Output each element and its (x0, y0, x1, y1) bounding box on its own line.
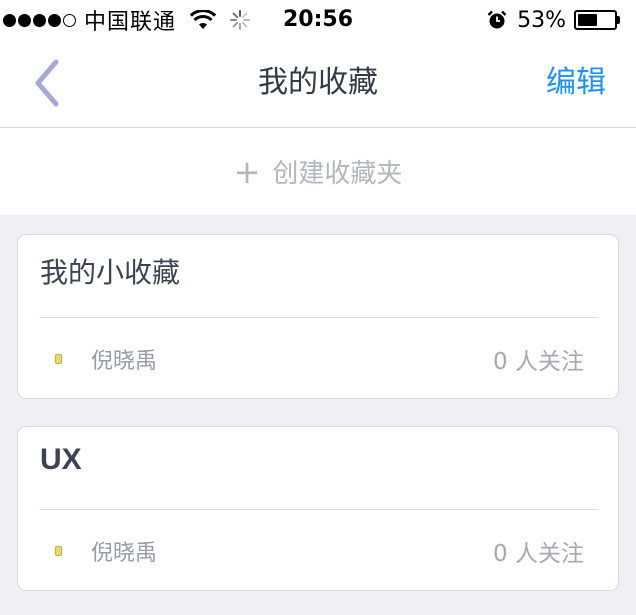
avatar (55, 546, 62, 556)
collection-title: UX (40, 443, 82, 476)
edit-button[interactable]: 编辑 (546, 40, 606, 126)
collection-title: 我的小收藏 (40, 256, 181, 289)
owner-name: 倪晓禹 (91, 349, 158, 374)
page-title: 我的收藏 (258, 65, 378, 100)
plus-icon: + (233, 152, 261, 191)
create-folder-button[interactable]: + 创建收藏夹 (0, 128, 636, 215)
follower-count: 0 人关注 (493, 349, 584, 375)
alarm-clock-icon (487, 10, 507, 29)
favorites-screen: 中国联通 20:56 53% 我的收藏 编辑 + 创建收藏夹 我的小收藏 倪晓禹… (0, 0, 636, 615)
status-bar: 中国联通 20:56 53% (0, 0, 636, 40)
create-folder-label: 创建收藏夹 (272, 159, 403, 189)
battery-percent: 53% (517, 7, 566, 33)
collection-meta: 倪晓禹 0 人关注 (18, 318, 618, 398)
collection-meta: 倪晓禹 0 人关注 (18, 510, 618, 590)
collection-card[interactable]: 我的小收藏 倪晓禹 0 人关注 (17, 234, 619, 399)
collection-card[interactable]: UX 倪晓禹 0 人关注 (17, 426, 619, 591)
follower-count: 0 人关注 (493, 541, 584, 567)
battery-icon (574, 9, 622, 31)
owner-name: 倪晓禹 (91, 541, 158, 566)
navigation-bar: 我的收藏 编辑 (0, 40, 636, 128)
back-button[interactable] (22, 58, 72, 108)
status-right: 53% (487, 0, 636, 40)
avatar (55, 354, 62, 364)
battery-tip (617, 16, 620, 24)
chevron-left-icon (35, 59, 59, 107)
battery-level (578, 14, 597, 26)
battery-body (574, 10, 617, 30)
